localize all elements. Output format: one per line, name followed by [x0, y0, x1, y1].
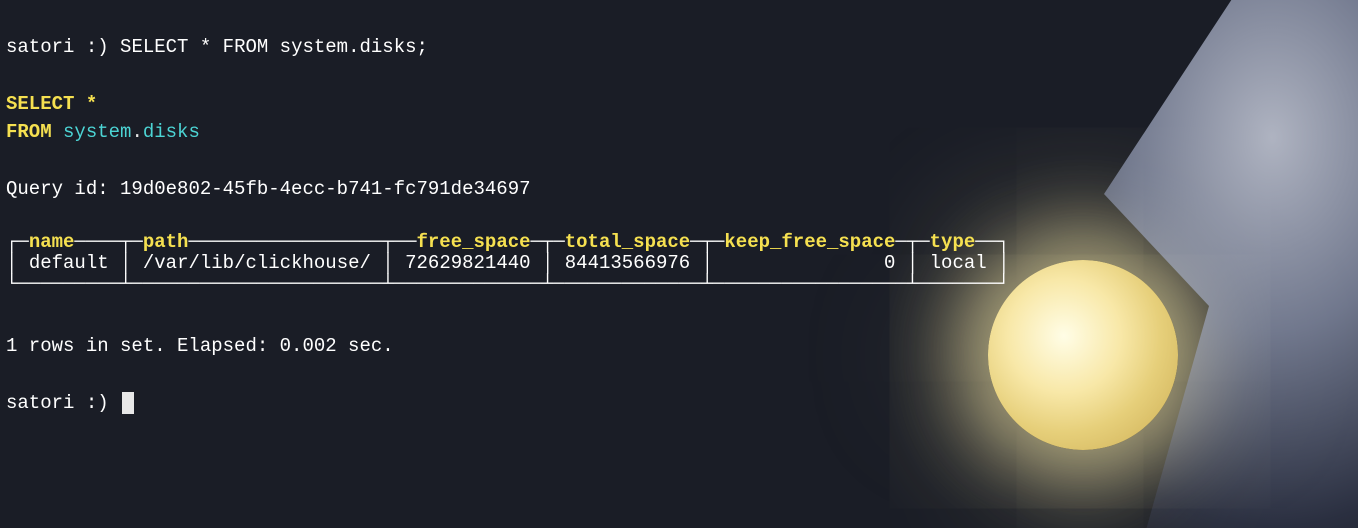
kw-select: SELECT	[6, 93, 74, 115]
cursor-icon	[122, 392, 134, 414]
ident-dot: .	[131, 121, 142, 143]
entered-command: SELECT * FROM system.disks;	[120, 36, 428, 58]
table-top-border: ┌─	[6, 231, 29, 253]
ident-table: disks	[143, 121, 200, 143]
prompt-host-2: satori	[6, 392, 74, 414]
echo-line-2: FROM system.disks	[6, 121, 200, 143]
kw-from: FROM	[6, 121, 52, 143]
col-total-space: total_space	[565, 231, 690, 253]
cell-type: local	[930, 252, 987, 274]
prompt-face: :)	[86, 36, 109, 58]
cell-free-space: 72629821440	[405, 252, 530, 274]
echo-line-1: SELECT *	[6, 93, 97, 115]
table-bottom-border: └─────────┴──────────────────────┴──────…	[6, 273, 1009, 295]
cell-keep-free-space: 0	[884, 252, 895, 274]
prompt-face-2: :)	[86, 392, 109, 414]
query-id-value: 19d0e802-45fb-4ecc-b741-fc791de34697	[120, 178, 530, 200]
col-path: path	[143, 231, 189, 253]
cell-path: /var/lib/clickhouse/	[143, 252, 371, 274]
prompt-line-2[interactable]: satori :)	[6, 392, 134, 414]
col-keep-free-space: keep_free_space	[724, 231, 895, 253]
result-table: ┌─name────┬─path─────────────────┬──free…	[6, 212, 1352, 296]
kw-star: *	[86, 93, 97, 115]
cell-total-space: 84413566976	[565, 252, 690, 274]
result-summary: 1 rows in set. Elapsed: 0.002 sec.	[6, 335, 394, 357]
table-row: │ default │ /var/lib/clickhouse/ │ 72629…	[6, 252, 1009, 274]
prompt-line: satori :) SELECT * FROM system.disks;	[6, 36, 428, 58]
terminal-output[interactable]: satori :) SELECT * FROM system.disks; SE…	[0, 0, 1358, 421]
col-free-space: free_space	[417, 231, 531, 253]
ident-schema: system	[63, 121, 131, 143]
cell-name: default	[29, 252, 109, 274]
col-name: name	[29, 231, 75, 253]
query-id-label: Query id:	[6, 178, 109, 200]
prompt-host: satori	[6, 36, 74, 58]
query-id-line: Query id: 19d0e802-45fb-4ecc-b741-fc791d…	[6, 178, 531, 200]
col-type: type	[930, 231, 976, 253]
